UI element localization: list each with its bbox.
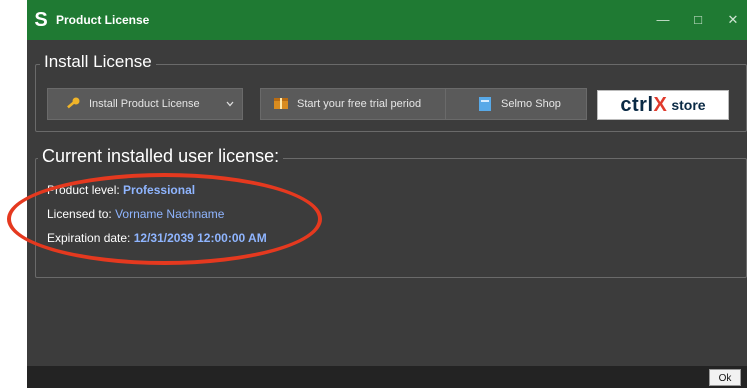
start-free-trial-button[interactable]: Start your free trial period [260,88,449,120]
current-license-legend: Current installed user license: [38,146,284,167]
install-product-license-button[interactable]: Install Product License [47,88,243,120]
maximize-icon: □ [694,12,702,27]
gift-box-icon [274,98,288,109]
start-free-trial-label: Start your free trial period [297,98,422,110]
ctrlx-store-button[interactable]: ctrlX store [597,90,729,120]
window-title: Product License [56,13,150,27]
maximize-button[interactable]: □ [684,9,712,31]
store-label: store [671,97,706,113]
close-button[interactable]: ✕ [719,9,747,31]
install-license-legend: Install License [40,52,156,72]
ctrlx-brand: ctrlX [620,93,668,116]
title-bar[interactable]: S Product License — □ ✕ [27,0,747,40]
dialog-footer: Ok [27,366,747,388]
minimize-button[interactable]: — [649,9,677,31]
key-icon [67,97,80,109]
close-icon: ✕ [727,12,739,27]
chevron-down-icon[interactable] [226,101,234,107]
ok-button[interactable]: Ok [709,369,741,386]
selmo-shop-label: Selmo Shop [501,98,561,110]
minimize-icon: — [656,12,670,27]
install-product-license-label: Install Product License [89,98,200,110]
app-logo-icon: S [34,9,48,31]
highlight-ellipse [7,173,322,265]
selmo-shop-button[interactable]: Selmo Shop [445,88,587,120]
shop-icon [479,97,491,111]
